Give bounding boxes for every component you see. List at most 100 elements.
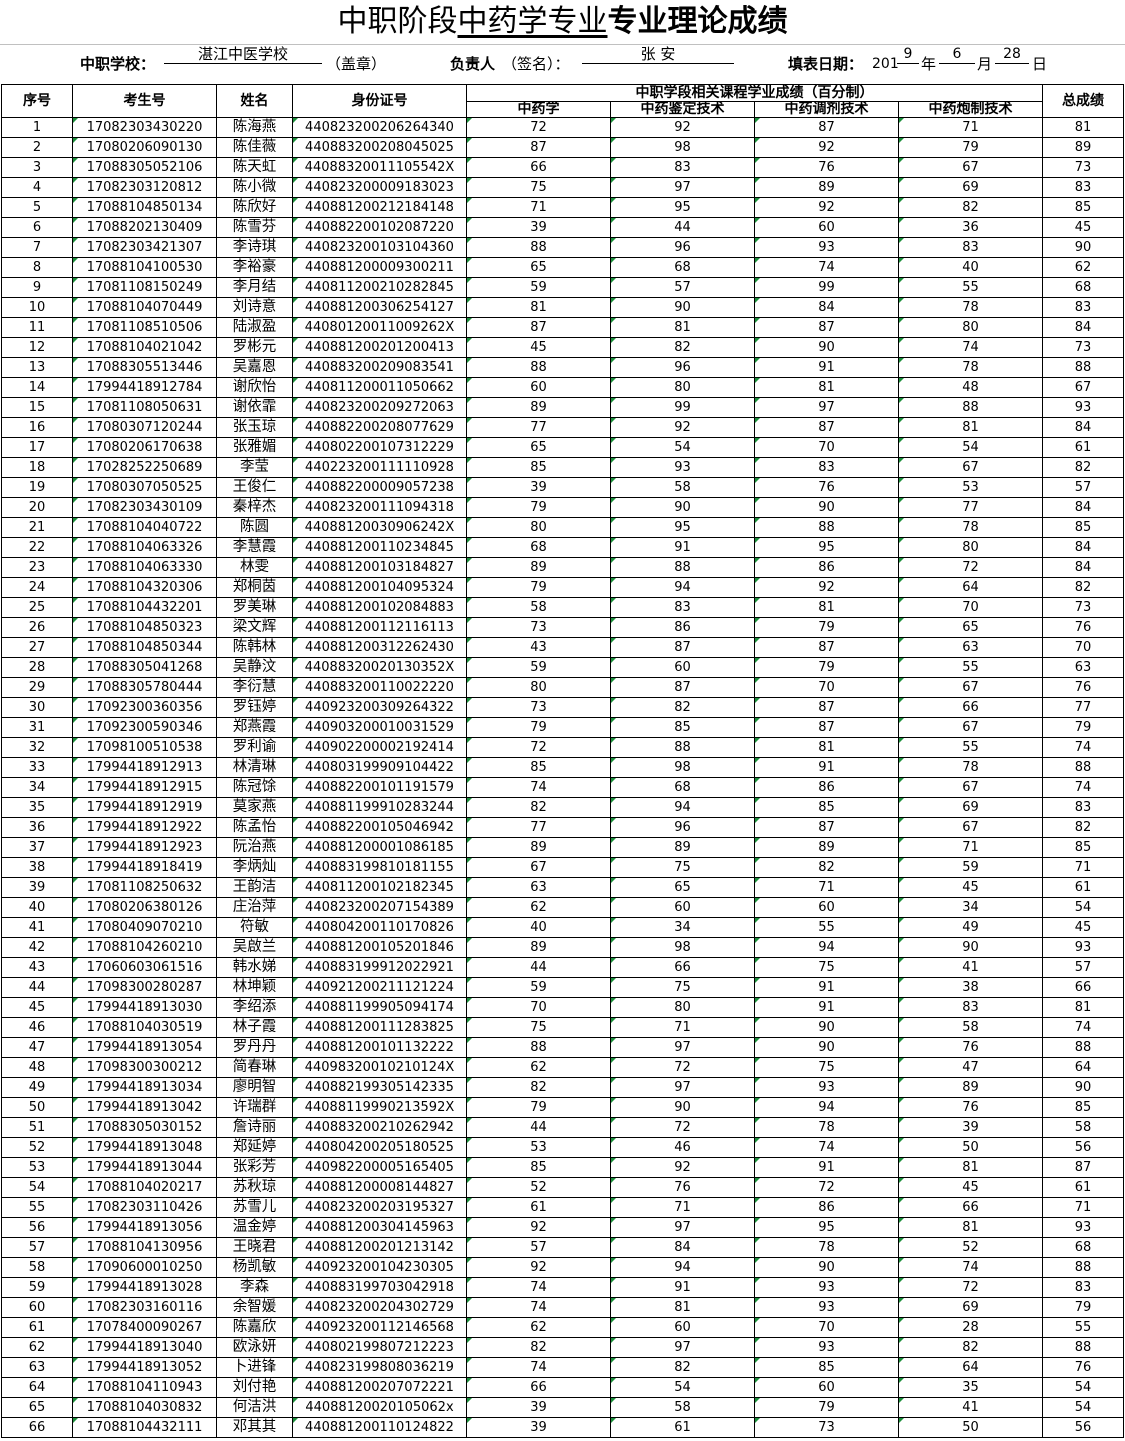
cell-course-3: 60 [754,217,899,238]
cell-id: 440823199808036219 [292,1357,467,1378]
cell-course-4: 64 [898,577,1043,598]
cell-course-2: 98 [610,937,755,958]
cell-seq: 45 [1,997,73,1018]
cell-id: 440881200207072221 [292,1377,467,1398]
cell-course-4: 28 [898,1317,1043,1338]
cell-seq: 47 [1,1037,73,1058]
cell-name: 罗丹丹 [216,1037,293,1058]
cell-name: 李裕豪 [216,257,293,278]
cell-exam-no: 17082303421307 [72,237,217,258]
table-row: 63 17994418913052 卜进锋 440823199808036219 74 8… [1,1357,1124,1378]
cell-course-3: 86 [754,1197,899,1218]
cell-exam-no: 17994418913028 [72,1277,217,1298]
cell-course-3: 85 [754,797,899,818]
cell-name: 阮治燕 [216,837,293,858]
cell-name: 莫家燕 [216,797,293,818]
cell-id: 440881200112116113 [292,617,467,638]
cell-course-2: 95 [610,197,755,218]
cell-course-3: 91 [754,977,899,998]
cell-course-2: 76 [610,1177,755,1198]
cell-seq: 13 [1,357,73,378]
cell-seq: 2 [1,137,73,158]
table-row: 20 17082303430109 秦梓杰 440823200111094318 79 9… [1,497,1124,518]
cell-seq: 39 [1,877,73,898]
cell-seq: 4 [1,177,73,198]
cell-course-3: 78 [754,1237,899,1258]
table-row: 39 17081108250632 王韵洁 440811200102182345 63 6… [1,877,1124,898]
cell-course-1: 87 [466,317,611,338]
cell-exam-no: 17081108250632 [72,877,217,898]
cell-course-3: 70 [754,1317,899,1338]
cell-total: 76 [1042,617,1124,638]
cell-exam-no: 17088104260210 [72,937,217,958]
table-row: 24 17088104320306 郑桐茵 440881200104095324 79 9… [1,577,1124,598]
table-row: 62 17994418913040 欧泳妍 440802199807212223 82 9… [1,1337,1124,1358]
cell-course-4: 69 [898,797,1043,818]
table-row: 29 17088305780444 李衍慧 440883200110022220 80 8… [1,677,1124,698]
cell-course-3: 78 [754,1117,899,1138]
cell-id: 440881199910283244 [292,797,467,818]
cell-total: 85 [1042,197,1124,218]
cell-course-4: 55 [898,657,1043,678]
cell-course-3: 81 [754,737,899,758]
cell-course-2: 97 [610,177,755,198]
cell-seq: 31 [1,717,73,738]
cell-course-1: 87 [466,137,611,158]
cell-exam-no: 17994418913030 [72,997,217,1018]
cell-course-1: 53 [466,1137,611,1158]
cell-total: 84 [1042,417,1124,438]
cell-exam-no: 17088305513446 [72,357,217,378]
cell-name: 吴静汶 [216,657,293,678]
cell-exam-no: 17088104030832 [72,1397,217,1418]
cell-seq: 34 [1,777,73,798]
table-row: 14 17994418912784 谢欣怡 440811200011050662 60 8… [1,377,1124,398]
table-row: 37 17994418912923 阮治燕 440881200001086185 89 8… [1,837,1124,858]
cell-seq: 65 [1,1397,73,1418]
cell-course-4: 78 [898,757,1043,778]
table-row: 33 17994418912913 林清琳 440803199909104422 85 9… [1,757,1124,778]
cell-total: 76 [1042,1357,1124,1378]
cell-course-1: 74 [466,1297,611,1318]
cell-course-2: 44 [610,217,755,238]
cell-course-1: 65 [466,257,611,278]
cell-exam-no: 17082303120812 [72,177,217,198]
table-row: 38 17994418918419 李炳灿 440883199810181155 67 7… [1,857,1124,878]
date-label: 填表日期： [788,55,864,73]
cell-course-4: 88 [898,397,1043,418]
cell-exam-no: 17080206090130 [72,137,217,158]
cell-course-1: 89 [466,397,611,418]
cell-course-2: 75 [610,857,755,878]
table-row: 17 17080206170638 张雅媚 440802200107312229 65 5… [1,437,1124,458]
cell-total: 54 [1042,1397,1124,1418]
cell-name: 林清琳 [216,757,293,778]
cell-id: 440881200101132222 [292,1037,467,1058]
cell-exam-no: 17994418912922 [72,817,217,838]
cell-exam-no: 17994418913042 [72,1097,217,1118]
cell-course-2: 85 [610,717,755,738]
cell-seq: 46 [1,1017,73,1038]
cell-name: 陈孟怡 [216,817,293,838]
cell-name: 李莹 [216,457,293,478]
cell-total: 79 [1042,717,1124,738]
cell-name: 许瑞群 [216,1097,293,1118]
header-id: 身份证号 [292,84,467,118]
table-row: 16 17080307120244 张玉琼 440882200208077629 77 9… [1,417,1124,438]
cell-course-1: 74 [466,777,611,798]
cell-course-2: 97 [610,1077,755,1098]
cell-total: 87 [1042,1157,1124,1178]
cell-course-2: 83 [610,157,755,178]
cell-total: 61 [1042,877,1124,898]
cell-course-2: 82 [610,337,755,358]
cell-course-4: 81 [898,417,1043,438]
cell-id: 440883199703042918 [292,1277,467,1298]
table-row: 27 17088104850344 陈韩林 440881200312262430 43 8… [1,637,1124,658]
cell-course-1: 39 [466,1397,611,1418]
cell-course-1: 62 [466,897,611,918]
cell-course-1: 68 [466,537,611,558]
cell-id: 440881200110234845 [292,537,467,558]
cell-course-3: 75 [754,1057,899,1078]
cell-course-2: 94 [610,797,755,818]
cell-total: 85 [1042,1097,1124,1118]
table-row: 65 17088104030832 何洁洪 44088120020105062x 39 5… [1,1397,1124,1418]
cell-name: 李月结 [216,277,293,298]
